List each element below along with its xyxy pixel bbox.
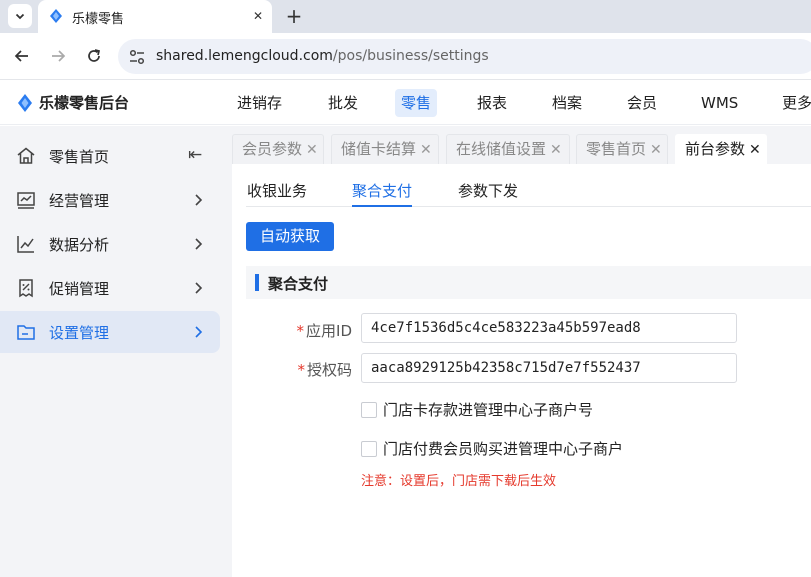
page-tab-label: 在线储值设置 bbox=[456, 140, 547, 158]
app-logo-text: 乐檬零售后台 bbox=[39, 94, 130, 112]
close-icon[interactable]: ✕ bbox=[749, 136, 761, 164]
main-content: 会员参数 ✕ 储值卡结算 ✕ 在线储值设置 ✕ 零售首页 ✕ 前台参数 ✕ 收银业务 聚合… bbox=[232, 126, 811, 577]
page-tab-label: 会员参数 bbox=[242, 140, 303, 158]
store-card-deposit-checkbox[interactable]: 门店卡存款进管理中心子商户号 bbox=[361, 399, 593, 420]
topnav-lingshou[interactable]: 零售 bbox=[395, 89, 438, 117]
close-icon[interactable]: ✕ bbox=[650, 136, 662, 164]
sidebar-item-label: 设置管理 bbox=[49, 324, 110, 342]
close-icon: ✕ bbox=[252, 9, 264, 23]
sidebar-item-label: 促销管理 bbox=[49, 280, 110, 298]
page-tab-retail-home[interactable]: 零售首页 ✕ bbox=[576, 134, 668, 164]
browser-toolbar: shared.lemengcloud.com/pos/business/sett… bbox=[0, 33, 811, 80]
site-settings-icon[interactable] bbox=[128, 48, 146, 66]
sidebar-item-business-mgmt[interactable]: 经营管理 bbox=[0, 179, 220, 221]
close-icon[interactable]: ✕ bbox=[420, 136, 432, 164]
checkbox-label: 门店付费会员购买进管理中心子商户 bbox=[383, 440, 624, 458]
reload-icon bbox=[88, 49, 101, 62]
tab-search-dropdown[interactable] bbox=[8, 4, 32, 28]
topnav-huiyuan[interactable]: 会员 bbox=[621, 89, 663, 117]
close-icon[interactable]: ✕ bbox=[550, 136, 562, 164]
lemeng-logo-icon bbox=[18, 93, 32, 112]
checkbox[interactable] bbox=[361, 401, 377, 418]
promotion-icon bbox=[19, 279, 33, 298]
section-header: 聚合支付 bbox=[246, 266, 811, 299]
chevron-right-icon bbox=[195, 282, 203, 294]
sub-tab-bar: 收银业务 聚合支付 参数下发 bbox=[246, 178, 811, 207]
chart-board-icon bbox=[17, 192, 35, 209]
browser-tab-title: 乐檬零售 bbox=[72, 12, 125, 27]
new-tab-button[interactable]: + bbox=[282, 4, 306, 28]
tab-param-distribution[interactable]: 参数下发 bbox=[458, 180, 518, 207]
tab-cashier-business[interactable]: 收银业务 bbox=[247, 180, 307, 207]
topnav-wms[interactable]: WMS bbox=[695, 89, 744, 117]
app-id-label: * 应用ID bbox=[262, 320, 352, 341]
topnav-more[interactable]: 更多 bbox=[776, 89, 811, 117]
url-path: /pos/business/settings bbox=[332, 48, 489, 64]
checkbox-label: 门店卡存款进管理中心子商户号 bbox=[383, 401, 594, 419]
section-title: 聚合支付 bbox=[268, 275, 329, 293]
line-chart-icon bbox=[17, 236, 34, 253]
chevron-right-icon bbox=[195, 194, 203, 206]
folder-icon bbox=[17, 325, 35, 340]
tab-aggregated-payment[interactable]: 聚合支付 bbox=[352, 180, 413, 207]
auth-code-input[interactable]: aaca8929125b42358c715d7e7f552437 bbox=[361, 353, 737, 383]
section-accent-bar bbox=[255, 274, 259, 291]
page-tab-label: 前台参数 bbox=[685, 140, 746, 158]
reload-button[interactable] bbox=[83, 45, 105, 67]
required-mark: * bbox=[296, 322, 305, 340]
collapse-icon: ⇤ bbox=[188, 145, 203, 165]
topnav-baobiao[interactable]: 报表 bbox=[471, 89, 513, 117]
app-logo[interactable]: 乐檬零售后台 bbox=[16, 92, 129, 113]
forward-button[interactable] bbox=[47, 45, 69, 67]
arrow-left-icon bbox=[14, 50, 28, 62]
warning-note: 注意：设置后，门店需下载后生效 bbox=[361, 474, 557, 489]
sidebar-item-data-analysis[interactable]: 数据分析 bbox=[0, 223, 220, 265]
lemeng-favicon-icon bbox=[50, 9, 62, 23]
checkbox[interactable] bbox=[361, 440, 377, 457]
browser-tab[interactable]: 乐檬零售 ✕ bbox=[38, 0, 272, 33]
page-tab-label: 储值卡结算 bbox=[341, 140, 417, 158]
page-tab-member-params[interactable]: 会员参数 ✕ bbox=[232, 134, 324, 164]
sidebar-item-label: 数据分析 bbox=[49, 236, 110, 254]
auth-code-label: * 授权码 bbox=[262, 359, 352, 380]
app-header: 乐檬零售后台 进销存 批发 零售 报表 档案 会员 WMS 更多 bbox=[0, 81, 811, 125]
sidebar-collapse-button[interactable]: ⇤ bbox=[188, 145, 202, 165]
close-tab-button[interactable]: ✕ bbox=[248, 6, 268, 26]
home-icon bbox=[17, 147, 35, 164]
paid-member-purchase-checkbox[interactable]: 门店付费会员购买进管理中心子商户 bbox=[361, 438, 623, 459]
topnav-dangan[interactable]: 档案 bbox=[546, 89, 588, 117]
page-tab-label: 零售首页 bbox=[586, 140, 647, 158]
page-tab-stored-card-settlement[interactable]: 储值卡结算 ✕ bbox=[331, 134, 439, 164]
sidebar-item-label: 经营管理 bbox=[49, 192, 110, 210]
auth-code-label-text: 授权码 bbox=[306, 361, 352, 379]
sidebar-item-retail-home[interactable]: 零售首页 ⇤ bbox=[0, 135, 220, 177]
chevron-right-icon bbox=[195, 326, 203, 338]
page-tab-front-params[interactable]: 前台参数 ✕ bbox=[675, 134, 767, 164]
page-tab-online-stored-value[interactable]: 在线储值设置 ✕ bbox=[446, 134, 570, 164]
browser-tab-strip: 乐檬零售 ✕ + bbox=[0, 0, 811, 33]
address-bar[interactable]: shared.lemengcloud.com/pos/business/sett… bbox=[118, 39, 811, 74]
topnav-pifa[interactable]: 批发 bbox=[322, 89, 364, 117]
auto-fetch-button[interactable]: 自动获取 bbox=[246, 222, 334, 251]
url-text: shared.lemengcloud.com/pos/business/sett… bbox=[156, 48, 489, 64]
arrow-right-icon bbox=[52, 50, 66, 62]
app-id-label-text: 应用ID bbox=[306, 322, 352, 340]
sidebar: 零售首页 ⇤ 经营管理 数据分析 促销管理 设置管理 bbox=[0, 126, 232, 577]
plus-icon: + bbox=[285, 4, 303, 28]
sidebar-item-settings-mgmt[interactable]: 设置管理 bbox=[0, 311, 220, 353]
page-tab-bar: 会员参数 ✕ 储值卡结算 ✕ 在线储值设置 ✕ 零售首页 ✕ 前台参数 ✕ bbox=[232, 126, 811, 164]
chevron-right-icon bbox=[195, 238, 203, 250]
chevron-down-icon bbox=[15, 13, 25, 20]
required-mark: * bbox=[297, 361, 305, 379]
topnav-jinxiaocun[interactable]: 进销存 bbox=[231, 89, 288, 117]
app-id-input[interactable]: 4ce7f1536d5c4ce583223a45b597ead8 bbox=[361, 313, 737, 343]
back-button[interactable] bbox=[11, 45, 33, 67]
sidebar-item-promotion-mgmt[interactable]: 促销管理 bbox=[0, 267, 220, 309]
sidebar-item-label: 零售首页 bbox=[49, 148, 110, 166]
close-icon[interactable]: ✕ bbox=[306, 136, 318, 164]
url-host: shared.lemengcloud.com bbox=[156, 48, 333, 64]
